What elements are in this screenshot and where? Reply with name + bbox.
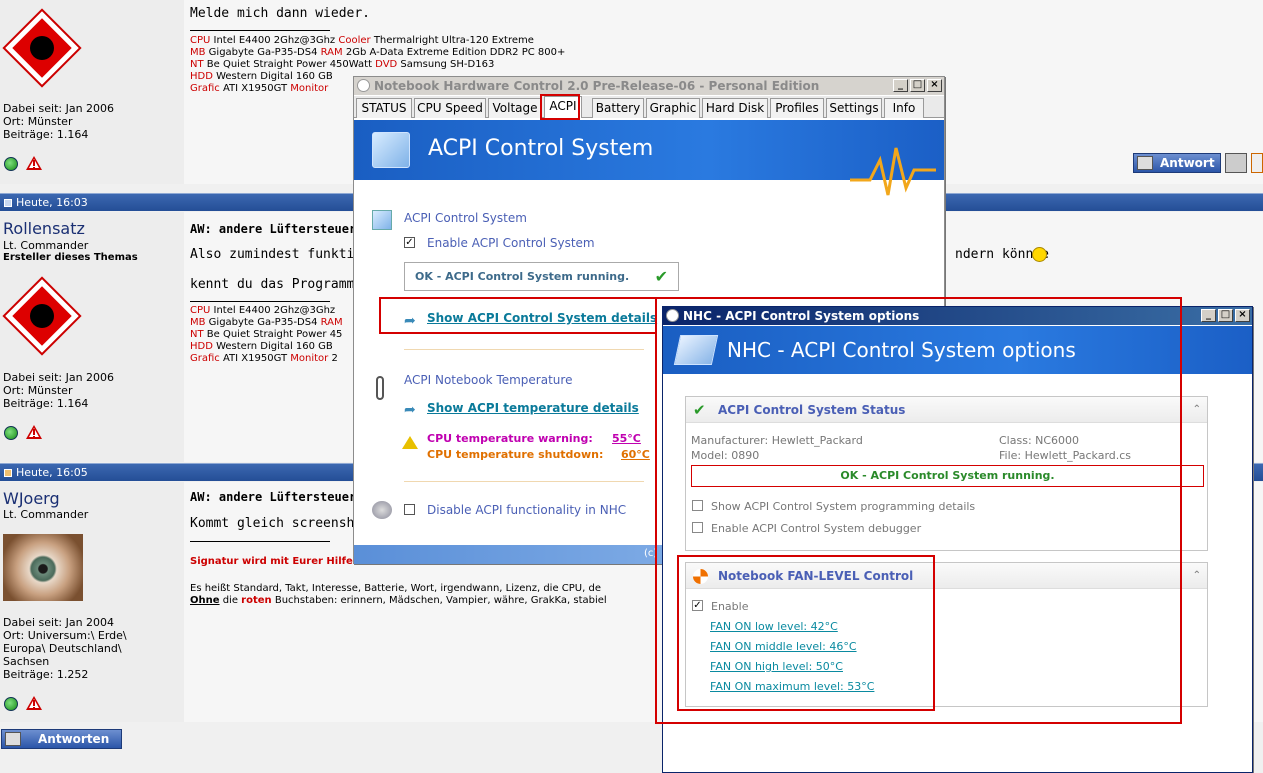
nhc-app-icon — [357, 79, 370, 92]
thread-creator-label: Ersteller dieses Themas — [3, 252, 138, 263]
maximize-button[interactable]: □ — [910, 79, 925, 92]
section-acpi-control: ACPI Control System — [404, 211, 527, 225]
reply-all-button[interactable]: Antworten — [1, 729, 122, 749]
tab-settings[interactable]: Settings — [826, 98, 882, 118]
enable-acpi-label: Enable ACPI Control System — [427, 236, 595, 250]
temp-shutdown-value[interactable]: 60°C — [621, 448, 650, 461]
highlight-acpi-tab — [540, 94, 580, 120]
report-warning-icon[interactable] — [26, 696, 42, 710]
username-link[interactable]: WJoerg — [3, 489, 60, 508]
username-link[interactable]: Rollensatz — [3, 219, 85, 238]
tab-info[interactable]: Info — [884, 98, 924, 118]
post-new-icon — [4, 469, 12, 477]
tab-status[interactable]: STATUS — [356, 98, 412, 118]
arrow-link-icon: ➦ — [404, 402, 416, 418]
highlight-fan-control — [677, 555, 935, 711]
section-divider — [404, 349, 644, 350]
close-button[interactable]: × — [1235, 309, 1250, 322]
edit-button[interactable] — [1251, 153, 1263, 173]
report-warning-icon[interactable] — [26, 425, 42, 439]
thermometer-icon — [376, 376, 384, 400]
tab-profiles[interactable]: Profiles — [770, 98, 824, 118]
report-warning-icon[interactable] — [26, 156, 42, 170]
post-body-text-2: kennt du das Programm? — [190, 277, 363, 292]
user-rank: Lt. Commander — [3, 239, 89, 252]
online-status-icon — [4, 697, 18, 711]
online-status-icon — [4, 426, 18, 440]
close-button[interactable]: × — [927, 79, 942, 92]
post2-signature: CPU Intel E4400 2Ghz@3Ghz MB Gigabyte Ga… — [190, 305, 343, 364]
sig-divider — [190, 541, 330, 542]
reply-icon — [1137, 156, 1153, 170]
acpi-status-box: OK - ACPI Control System running. ✔ — [404, 262, 679, 291]
post-body-text: Kommt gleich screenshot. — [190, 516, 378, 531]
user-info: Dabei seit: Jan 2004 Ort: Universum:\ Erd… — [3, 616, 127, 681]
tab-voltage[interactable]: Voltage — [488, 98, 542, 118]
sig-text-line-2: Ohne die roten Buchstaben: erinnern, Mäd… — [190, 595, 607, 606]
acpi-chip-icon — [372, 132, 410, 168]
section-acpi-temperature: ACPI Notebook Temperature — [404, 373, 573, 387]
nhc-tab-bar: STATUS CPU Speed Voltage ACPI Battery Gr… — [354, 96, 944, 118]
disable-acpi-label: Disable ACPI functionality in NHC — [427, 503, 627, 517]
post-body-text: Melde mich dann wieder. — [190, 6, 371, 21]
minimize-button[interactable]: _ — [893, 79, 908, 92]
temp-shutdown-label: CPU temperature shutdown: — [427, 448, 604, 461]
tab-hard-disk[interactable]: Hard Disk — [702, 98, 768, 118]
reply-button[interactable]: Antwort — [1133, 153, 1221, 173]
minimize-button[interactable]: _ — [1201, 309, 1216, 322]
sig-divider — [190, 301, 330, 302]
section-divider — [404, 481, 644, 482]
nhc-titlebar[interactable]: Notebook Hardware Control 2.0 Pre-Releas… — [354, 77, 944, 95]
online-status-icon — [4, 157, 18, 171]
checkmark-icon: ✔ — [654, 267, 668, 286]
reply-icon — [5, 732, 21, 746]
user-avatar-eye — [3, 534, 83, 601]
maximize-button[interactable]: □ — [1218, 309, 1233, 322]
temp-warning-value[interactable]: 55°C — [612, 432, 641, 445]
sig-divider — [190, 30, 330, 31]
user-info: Dabei seit: Jan 2006 Ort: Münster Beiträge… — [3, 371, 115, 410]
gears-icon — [372, 501, 392, 519]
highlight-show-details — [379, 297, 657, 334]
enable-acpi-checkbox[interactable]: ✓ — [404, 237, 415, 248]
sig-headline: Signatur wird mit Eurer Hilfe — [190, 556, 353, 567]
user-rank: Lt. Commander — [3, 508, 89, 521]
nhc-banner: ACPI Control System — [354, 120, 944, 196]
collapse-icon[interactable]: ⌃ — [1193, 563, 1201, 589]
tab-battery[interactable]: Battery — [592, 98, 644, 118]
acpi-section-icon — [372, 210, 392, 230]
confused-smiley-icon — [1032, 247, 1047, 262]
post-title: AW: andere Lüftersteuer — [190, 222, 357, 236]
banner-title: ACPI Control System — [428, 136, 654, 161]
tab-cpu-speed[interactable]: CPU Speed — [414, 98, 486, 118]
user-info: Dabei seit: Jan 2006 Ort: Münster Beiträge… — [3, 102, 115, 141]
show-temp-details-link[interactable]: Show ACPI temperature details — [427, 401, 639, 415]
collapse-icon[interactable]: ⌃ — [1193, 397, 1201, 423]
post-icon — [4, 199, 12, 207]
warning-icon — [402, 436, 418, 449]
waveform-icon — [850, 147, 936, 196]
disable-acpi-checkbox[interactable] — [404, 504, 415, 515]
quote-button[interactable] — [1225, 153, 1247, 173]
temp-warning-label: CPU temperature warning: — [427, 432, 593, 445]
sig-text-line: Es heißt Standard, Takt, Interesse, Batt… — [190, 583, 601, 594]
post-title: AW: andere Lüftersteuer — [190, 490, 357, 504]
tab-graphic[interactable]: Graphic — [646, 98, 700, 118]
